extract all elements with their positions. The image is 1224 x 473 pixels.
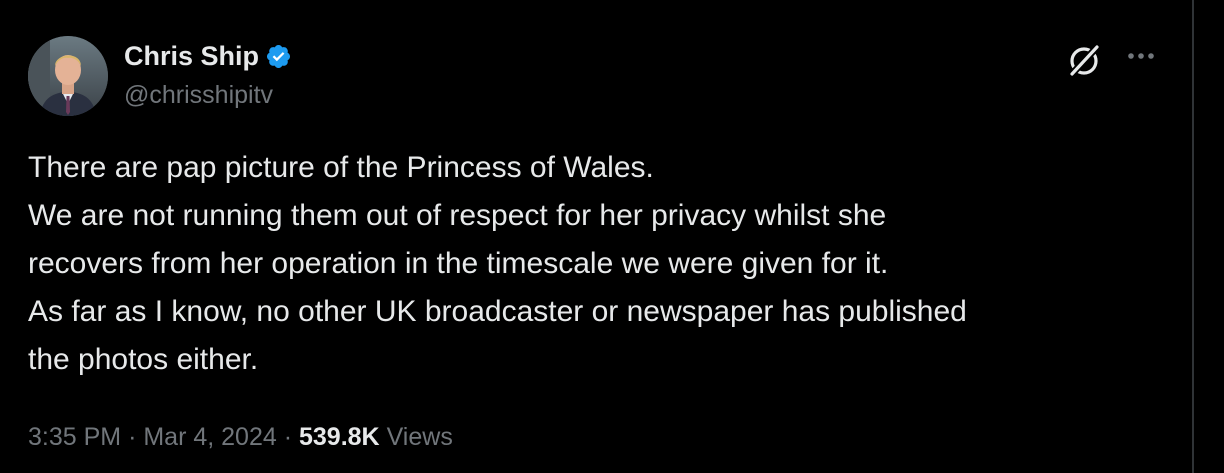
views-label: Views — [386, 423, 453, 451]
tweet-time: 3:35 PM — [28, 423, 122, 451]
tweet-line: As far as I know, no other UK broadcaste… — [28, 295, 967, 328]
tweet-line: There are pap picture of the Princess of… — [28, 151, 654, 184]
tweet-text: There are pap picture of the Princess of… — [28, 144, 1168, 384]
grok-icon[interactable] — [1065, 40, 1105, 80]
tweet-line: the photos either. — [28, 343, 259, 376]
tweet-line: We are not running them out of respect f… — [28, 199, 887, 232]
meta-separator: · — [283, 423, 293, 451]
more-options-icon[interactable] — [1124, 42, 1158, 72]
author-name-row[interactable]: Chris Ship — [124, 40, 292, 72]
meta-separator: · — [128, 423, 137, 451]
author-name[interactable]: Chris Ship — [124, 40, 259, 72]
tweet-date: Mar 4, 2024 — [143, 423, 277, 451]
avatar[interactable] — [28, 36, 108, 116]
verified-badge-icon[interactable] — [265, 43, 292, 70]
column-divider — [1192, 0, 1194, 473]
tweet-meta: 3:35 PM · Mar 4, 2024 · 539.8K Views — [28, 420, 453, 454]
tweet-line: recovers from her operation in the times… — [28, 247, 889, 280]
views-count: 539.8K — [299, 423, 380, 451]
author-handle[interactable]: @chrisshipitv — [124, 80, 273, 110]
tweet-timestamp-link[interactable]: 3:35 PM · Mar 4, 2024 — [28, 423, 277, 451]
